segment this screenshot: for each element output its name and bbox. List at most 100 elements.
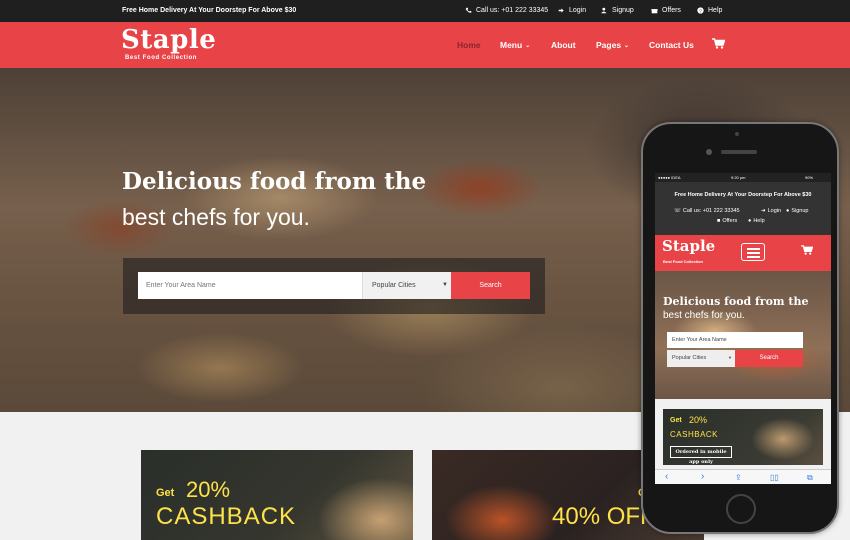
signup-link[interactable]: Signup bbox=[601, 7, 634, 14]
mobile-order-badge: Ordered in mobile app only bbox=[670, 446, 732, 465]
status-time: 9:20 pm bbox=[731, 175, 746, 180]
user-plus-icon: ● bbox=[786, 208, 790, 214]
card-discount-text: 40% OFF bbox=[552, 503, 655, 530]
mobile-header: Staple Best Food Collection bbox=[655, 235, 831, 271]
mobile-help-text: Help bbox=[753, 218, 765, 224]
battery-level: 90% bbox=[805, 175, 814, 180]
login-link[interactable]: Login bbox=[558, 7, 586, 14]
offers-text: Offers bbox=[662, 7, 681, 14]
mobile-area-input[interactable]: Enter Your Area Name bbox=[667, 332, 803, 348]
logo-tagline: Best Food Collection bbox=[125, 55, 197, 61]
login-icon bbox=[558, 8, 564, 13]
hamburger-line bbox=[747, 256, 760, 258]
hamburger-line bbox=[747, 252, 760, 254]
hamburger-menu-button[interactable] bbox=[741, 243, 765, 261]
mobile-login[interactable]: ➜ Login bbox=[761, 208, 781, 214]
nav-home-label: Home bbox=[457, 40, 481, 50]
browser-toolbar: ‹ › ⇪ ▯▯ ⧉ bbox=[655, 469, 831, 484]
mobile-card-cashback: CASHBACK bbox=[670, 430, 719, 439]
mobile-signup[interactable]: ● Signup bbox=[786, 208, 808, 214]
nav-menu-label: Menu bbox=[500, 40, 523, 50]
mobile-card-get: Get bbox=[670, 417, 682, 424]
nav-pages-label: Pages bbox=[596, 40, 622, 50]
back-icon[interactable]: ‹ bbox=[665, 471, 668, 482]
user-plus-icon bbox=[601, 7, 607, 14]
cart-icon[interactable] bbox=[801, 245, 813, 255]
phone-mockup: ●●●●● IDEA 9:20 pm 90% Free Home Deliver… bbox=[641, 122, 839, 534]
mobile-city-select[interactable]: Popular Cities ▼ bbox=[667, 350, 735, 367]
mobile-headline: Delicious food from the bbox=[663, 295, 809, 308]
help-icon: ? bbox=[697, 7, 704, 14]
mobile-tagline: Best Food Collection bbox=[663, 259, 703, 264]
mobile-cashback-card[interactable]: Get 20% CASHBACK Ordered in mobile app o… bbox=[663, 409, 823, 465]
cashback-card[interactable]: Get 20% CASHBACK bbox=[141, 450, 413, 540]
nav-menu[interactable]: Menu ⌄ bbox=[500, 40, 530, 50]
login-icon: ➜ bbox=[761, 208, 766, 214]
mobile-top-bar: Free Home Delivery At Your Doorstep For … bbox=[655, 182, 831, 235]
mobile-help[interactable]: ● Help bbox=[748, 218, 765, 224]
forward-icon[interactable]: › bbox=[701, 471, 704, 482]
card-percent: 20% bbox=[186, 477, 231, 502]
logo-title: Staple bbox=[121, 25, 217, 55]
nav-about[interactable]: About bbox=[551, 40, 576, 50]
mobile-logo[interactable]: Staple bbox=[662, 237, 715, 255]
tabs-icon[interactable]: ⧉ bbox=[807, 473, 813, 483]
mobile-promo: Free Home Delivery At Your Doorstep For … bbox=[674, 192, 812, 198]
mobile-search-button[interactable]: Search bbox=[735, 350, 803, 367]
mobile-offers[interactable]: ■ Offers bbox=[717, 218, 737, 224]
nav-pages[interactable]: Pages ⌄ bbox=[596, 40, 629, 50]
city-select[interactable]: Popular Cities ▼ bbox=[362, 272, 451, 299]
mobile-offers-text: Offers bbox=[722, 218, 738, 224]
caret-down-icon: ▼ bbox=[442, 282, 448, 288]
svg-text:?: ? bbox=[699, 8, 702, 14]
cart-button[interactable] bbox=[712, 38, 725, 49]
delivery-promo: Free Home Delivery At Your Doorstep For … bbox=[122, 7, 297, 14]
call-us[interactable]: Call us: +01 222 33345 bbox=[465, 7, 548, 14]
caret-down-icon: ▼ bbox=[728, 355, 732, 360]
top-bar: Free Home Delivery At Your Doorstep For … bbox=[0, 0, 850, 22]
help-text: Help bbox=[708, 7, 723, 14]
help-icon: ● bbox=[748, 218, 752, 224]
phone-screen: ●●●●● IDEA 9:20 pm 90% Free Home Deliver… bbox=[655, 173, 831, 484]
phone-home-button bbox=[726, 494, 756, 524]
mobile-login-text: Login bbox=[767, 208, 782, 214]
mobile-call-text: Call us: +01 222 33345 bbox=[682, 208, 740, 214]
gift-icon bbox=[651, 9, 658, 14]
chevron-down-icon: ⌄ bbox=[624, 42, 630, 49]
gift-icon: ■ bbox=[717, 218, 721, 224]
nav-contact[interactable]: Contact Us bbox=[649, 40, 694, 50]
logo[interactable]: Staple Best Food Collection bbox=[121, 25, 216, 61]
phone-icon bbox=[465, 7, 472, 13]
main-header: Staple Best Food Collection Home Menu ⌄ … bbox=[0, 22, 850, 68]
call-us-text: Call us: +01 222 33345 bbox=[476, 7, 549, 14]
nav-home[interactable]: Home bbox=[457, 40, 481, 50]
search-button[interactable]: Search bbox=[451, 272, 530, 299]
area-search-input[interactable] bbox=[138, 272, 362, 299]
nav-contact-label: Contact Us bbox=[649, 40, 694, 50]
carrier-label: ●●●●● IDEA bbox=[658, 175, 681, 180]
login-text: Login bbox=[569, 7, 587, 14]
mobile-call-us[interactable]: ☏ Call us: +01 222 33345 bbox=[674, 208, 740, 214]
mobile-city-value: Popular Cities bbox=[672, 355, 707, 361]
search-panel: Popular Cities ▼ Search bbox=[123, 258, 545, 314]
status-bar: ●●●●● IDEA 9:20 pm 90% bbox=[655, 173, 831, 182]
cart-icon bbox=[712, 38, 725, 49]
share-icon[interactable]: ⇪ bbox=[735, 473, 742, 482]
mobile-hero: Delicious food from the best chefs for y… bbox=[655, 271, 831, 399]
mobile-content: Get 20% CASHBACK Ordered in mobile app o… bbox=[655, 399, 831, 469]
card-get-label: Get bbox=[156, 487, 175, 499]
phone-camera bbox=[706, 149, 712, 155]
hero-headline: Delicious food from the bbox=[122, 168, 427, 195]
chevron-down-icon: ⌄ bbox=[525, 42, 531, 49]
card-cashback-text: CASHBACK bbox=[156, 503, 297, 530]
hamburger-line bbox=[747, 248, 760, 250]
mobile-subheadline: best chefs for you. bbox=[663, 310, 745, 321]
phone-icon: ☏ bbox=[674, 208, 681, 214]
mobile-card-percent: 20% bbox=[689, 415, 708, 425]
nav-about-label: About bbox=[551, 40, 576, 50]
hero-subheadline: best chefs for you. bbox=[122, 204, 310, 230]
bookmarks-icon[interactable]: ▯▯ bbox=[770, 473, 779, 482]
offers-link[interactable]: Offers bbox=[651, 7, 681, 14]
phone-speaker bbox=[721, 150, 757, 154]
help-link[interactable]: ? Help bbox=[697, 7, 722, 14]
